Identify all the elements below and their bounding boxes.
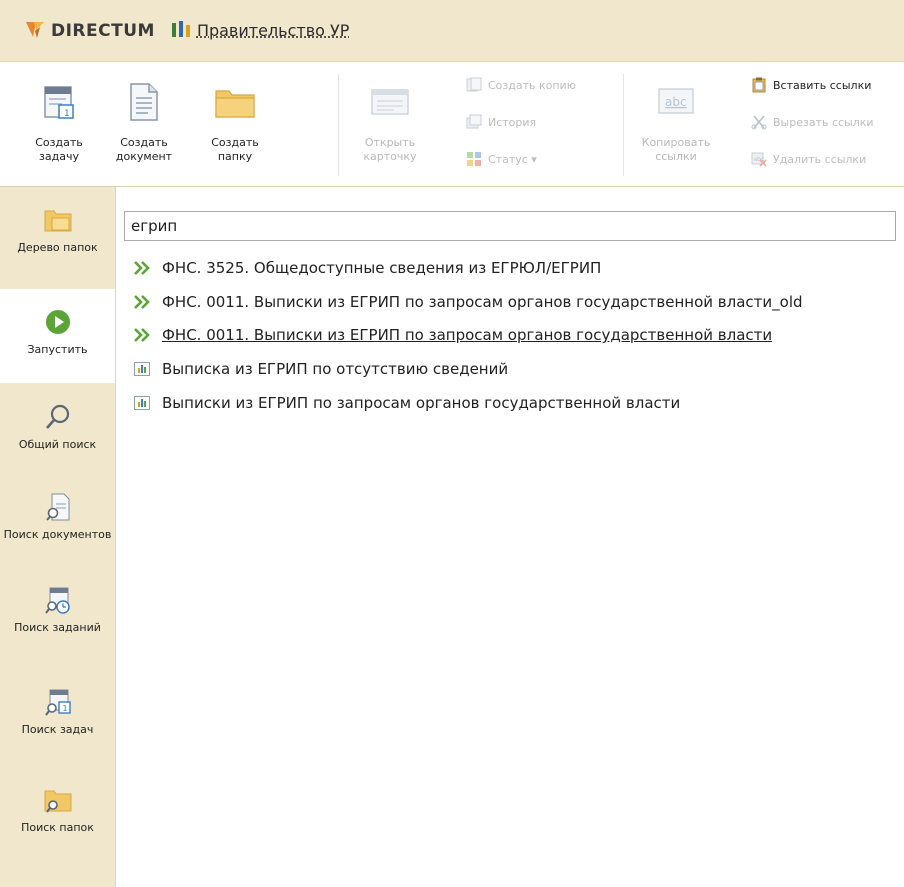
ribbon-toolbar: 1 Создать задачу Создать документ Создат… <box>0 62 904 187</box>
status-squares-icon <box>465 151 483 167</box>
create-document-button[interactable]: Создать документ <box>106 80 182 164</box>
title-bar: DIRECTUM Правительство УР <box>0 0 904 62</box>
svg-text:1: 1 <box>64 109 70 119</box>
task-search-icon: 1 <box>44 687 72 721</box>
create-document-label: Создать документ <box>115 136 173 163</box>
sidebar-item-general-search[interactable]: Общий поиск <box>0 402 115 451</box>
double-chevron-icon <box>134 293 156 311</box>
org-selector[interactable]: Правительство УР <box>171 20 349 42</box>
brand: DIRECTUM <box>24 18 155 44</box>
list-item[interactable]: ФНС. 0011. Выписки из ЕГРИП по запросам … <box>134 290 803 314</box>
sidebar-item-task-search[interactable]: 1 Поиск задач <box>0 687 115 736</box>
sidebar-item-folder-tree[interactable]: Дерево папок <box>0 205 115 254</box>
scissors-icon <box>750 114 768 130</box>
play-icon <box>45 309 71 339</box>
paste-links-button[interactable]: Вставить ссылки <box>750 77 871 93</box>
svg-text:abc: abc <box>665 95 687 109</box>
create-folder-button[interactable]: Создать папку <box>197 80 273 164</box>
sidebar-item-label: Дерево папок <box>17 241 98 254</box>
clipboard-icon <box>750 77 768 93</box>
sidebar-item-label: Поиск задач <box>21 723 94 736</box>
org-chart-icon <box>171 20 191 42</box>
folder-icon <box>214 85 256 123</box>
history-label: История <box>488 115 537 129</box>
directum-logo-icon <box>24 18 46 44</box>
list-item[interactable]: Выписка из ЕГРИП по отсутствию сведений <box>134 357 508 381</box>
document-icon <box>128 82 160 126</box>
sidebar-item-document-search[interactable]: Поиск документов <box>0 492 115 541</box>
create-folder-label: Создать папку <box>211 136 259 163</box>
svg-text:1: 1 <box>62 704 67 713</box>
sidebar-item-label: Поиск папок <box>21 821 94 834</box>
create-copy-button[interactable]: Создать копию <box>465 77 576 93</box>
task-calendar-icon: 1 <box>42 83 76 125</box>
cut-links-button[interactable]: Вырезать ссылки <box>750 114 874 130</box>
list-item-label: Выписки из ЕГРИП по запросам органов гос… <box>162 394 681 412</box>
document-search-icon <box>45 492 71 526</box>
assignment-search-icon <box>44 585 72 619</box>
magnifier-icon <box>44 403 72 435</box>
copy-links-button[interactable]: abc Копировать ссылки <box>638 80 714 164</box>
delete-links-label: Удалить ссылки <box>773 152 867 166</box>
create-copy-label: Создать копию <box>488 78 576 92</box>
delete-links-button[interactable]: abc Удалить ссылки <box>750 151 866 167</box>
search-input-value: егрип <box>131 217 178 235</box>
sidebar-item-label: Запустить <box>27 343 88 356</box>
report-icon <box>134 394 156 412</box>
paste-links-label: Вставить ссылки <box>773 78 872 92</box>
history-button[interactable]: История <box>465 114 536 130</box>
left-sidebar: Дерево папок Запустить Общий поиск Поиск… <box>0 187 116 887</box>
folder-tree-icon <box>43 207 73 237</box>
sidebar-item-assignment-search[interactable]: Поиск заданий <box>0 585 115 634</box>
report-icon <box>134 360 156 378</box>
list-item[interactable]: ФНС. 0011. Выписки из ЕГРИП по запросам … <box>134 323 772 347</box>
list-item-label: ФНС. 3525. Общедоступные сведения из ЕГР… <box>162 259 602 277</box>
double-chevron-icon <box>134 259 156 277</box>
copy-document-icon <box>465 77 483 93</box>
card-icon <box>370 87 410 121</box>
copy-links-label: Копировать ссылки <box>641 136 711 163</box>
brand-name: DIRECTUM <box>51 20 155 41</box>
sidebar-item-folder-search[interactable]: Поиск папок <box>0 785 115 834</box>
list-item-label: ФНС. 0011. Выписки из ЕГРИП по запросам … <box>162 293 803 311</box>
abc-link-icon: abc <box>656 86 696 122</box>
search-input[interactable]: егрип <box>124 211 896 241</box>
sidebar-item-label: Поиск заданий <box>14 621 101 634</box>
status-dropdown[interactable]: Статус ▾ <box>465 151 537 167</box>
ribbon-separator <box>338 74 339 176</box>
open-card-label: Открыть карточку <box>363 136 417 163</box>
sidebar-item-label: Поиск документов <box>3 528 112 541</box>
folder-search-icon <box>43 786 73 818</box>
sidebar-item-run[interactable]: Запустить <box>0 289 115 383</box>
delete-link-icon: abc <box>750 151 768 167</box>
double-chevron-icon <box>134 326 156 344</box>
create-task-label: Создать задачу <box>35 136 83 163</box>
status-label: Статус ▾ <box>488 152 537 166</box>
open-card-button[interactable]: Открыть карточку <box>352 80 428 164</box>
list-item-label: Выписка из ЕГРИП по отсутствию сведений <box>162 360 509 378</box>
ribbon-separator <box>623 74 624 176</box>
history-icon <box>465 114 483 130</box>
list-item-label: ФНС. 0011. Выписки из ЕГРИП по запросам … <box>162 326 773 344</box>
list-item[interactable]: Выписки из ЕГРИП по запросам органов гос… <box>134 391 680 415</box>
cut-links-label: Вырезать ссылки <box>773 115 874 129</box>
list-item[interactable]: ФНС. 3525. Общедоступные сведения из ЕГР… <box>134 256 601 280</box>
sidebar-item-label: Общий поиск <box>18 438 97 451</box>
org-name: Правительство УР <box>196 21 350 40</box>
create-task-button[interactable]: 1 Создать задачу <box>21 80 97 164</box>
